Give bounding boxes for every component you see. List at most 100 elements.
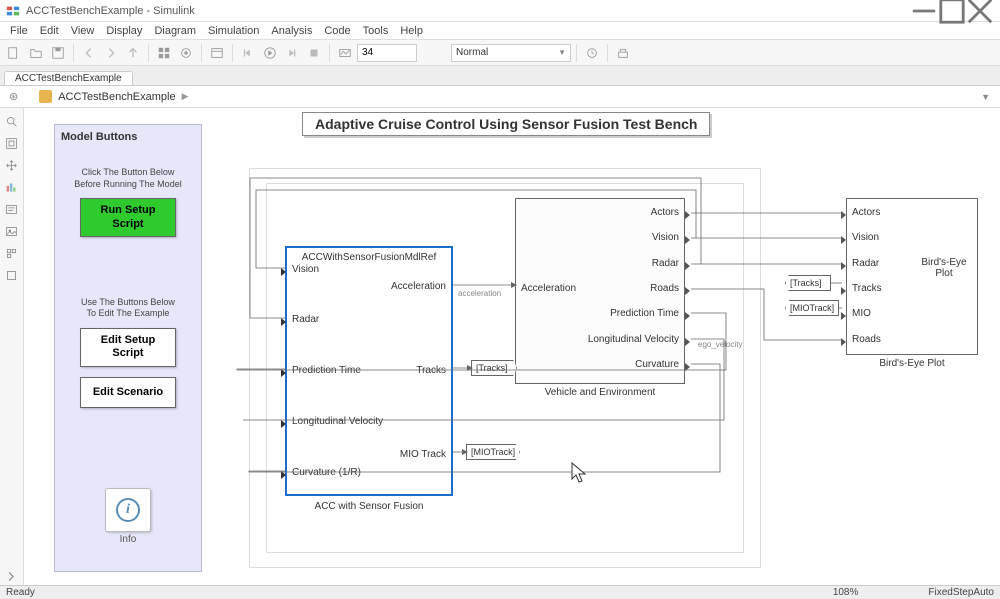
record-icon[interactable] — [335, 43, 355, 63]
menu-tools[interactable]: Tools — [357, 25, 395, 37]
beb-caption: Bird's-Eye Plot — [846, 358, 978, 369]
status-solver: FixedStepAuto — [928, 587, 994, 598]
hide-browser-icon[interactable]: ⊛ — [6, 90, 21, 103]
breadcrumb-bar: ⊛ ACCTestBenchExample ▶ ▼ — [0, 86, 1000, 108]
acc-ref-label: ACCWithSensorFusionMdlRef — [287, 252, 451, 263]
fit-view-icon[interactable] — [3, 134, 21, 152]
goto-tracks[interactable]: [Tracks] — [471, 360, 517, 376]
menu-bar: File Edit View Display Diagram Simulatio… — [0, 22, 1000, 40]
menu-edit[interactable]: Edit — [34, 25, 65, 37]
stop-time-input[interactable] — [357, 44, 417, 62]
tool-rail — [0, 108, 24, 585]
ve-in-accel: Acceleration — [521, 283, 576, 294]
from-tracks[interactable]: [Tracks] — [785, 275, 831, 291]
menu-analysis[interactable]: Analysis — [265, 25, 318, 37]
ve-out-roads: Roads — [650, 283, 679, 294]
beb-in-tracks: Tracks — [852, 283, 882, 294]
run-icon[interactable] — [260, 43, 280, 63]
area-icon[interactable] — [3, 266, 21, 284]
tab-model[interactable]: ACCTestBenchExample — [4, 71, 133, 85]
sample-time-icon[interactable] — [3, 178, 21, 196]
forward-icon[interactable] — [101, 43, 121, 63]
menu-diagram[interactable]: Diagram — [148, 25, 202, 37]
acc-out-tracks: Tracks — [416, 365, 446, 376]
hint-run: Click The Button Below Before Running Th… — [61, 167, 195, 190]
expand-icon[interactable] — [3, 567, 21, 585]
menu-help[interactable]: Help — [394, 25, 429, 37]
beb-block[interactable]: Bird's-Eye Plot Actors Vision Radar Trac… — [846, 198, 978, 355]
zoom-in-icon[interactable] — [3, 112, 21, 130]
maximize-button[interactable] — [938, 2, 966, 20]
model-config-icon[interactable] — [176, 43, 196, 63]
acc-in-longvel: Longitudinal Velocity — [292, 416, 383, 427]
beb-in-roads: Roads — [852, 334, 881, 345]
image-icon[interactable] — [3, 222, 21, 240]
diagram-title: Adaptive Cruise Control Using Sensor Fus… — [302, 112, 710, 136]
beb-in-radar: Radar — [852, 258, 879, 269]
menu-view[interactable]: View — [65, 25, 101, 37]
acc-in-vision: Vision — [292, 264, 319, 275]
menu-display[interactable]: Display — [100, 25, 148, 37]
status-left: Ready — [6, 587, 35, 598]
info-icon: i — [116, 498, 140, 522]
acc-in-pred: Prediction Time — [292, 365, 361, 376]
simulation-mode-select[interactable]: Normal▼ — [451, 44, 571, 62]
acc-out-mio: MIO Track — [400, 449, 446, 460]
edit-scenario-button[interactable]: Edit Scenario — [80, 377, 176, 408]
acc-out-accel: Acceleration — [391, 281, 446, 292]
acc-caption: ACC with Sensor Fusion — [285, 501, 453, 512]
back-icon[interactable] — [79, 43, 99, 63]
library-browser-icon[interactable] — [154, 43, 174, 63]
ve-out-pred: Prediction Time — [610, 308, 679, 319]
info-label: Info — [61, 534, 195, 545]
sig-accel: acceleration — [458, 289, 501, 298]
stop-icon[interactable] — [304, 43, 324, 63]
hint-edit: Use The Buttons Below To Edit The Exampl… — [61, 297, 195, 320]
viewmarks-icon[interactable] — [3, 244, 21, 262]
edit-setup-button[interactable]: Edit Setup Script — [80, 328, 176, 366]
model-icon — [39, 90, 52, 103]
ve-block[interactable]: Acceleration Actors Vision Radar Roads P… — [515, 198, 685, 384]
ve-out-actors: Actors — [651, 207, 679, 218]
sig-egovel: ego_velocity — [698, 340, 742, 349]
beb-in-mio: MIO — [852, 308, 871, 319]
save-icon[interactable] — [48, 43, 68, 63]
fast-restart-icon[interactable] — [582, 43, 602, 63]
from-miotrack[interactable]: [MIOTrack] — [785, 300, 839, 316]
ve-out-curv: Curvature — [635, 359, 679, 370]
panel-title: Model Buttons — [61, 131, 195, 143]
chevron-right-icon: ▶ — [182, 91, 189, 102]
build-icon[interactable] — [613, 43, 633, 63]
pan-icon[interactable] — [3, 156, 21, 174]
minimize-button[interactable] — [910, 2, 938, 20]
info-button[interactable]: i — [105, 488, 151, 532]
canvas[interactable]: Adaptive Cruise Control Using Sensor Fus… — [24, 108, 1000, 585]
mode-label: Normal — [456, 47, 488, 58]
breadcrumb-dropdown[interactable]: ▼ — [977, 92, 994, 102]
menu-file[interactable]: File — [4, 25, 34, 37]
tab-strip: ACCTestBenchExample — [0, 66, 1000, 86]
status-zoom: 108% — [833, 587, 859, 598]
explorer-icon[interactable] — [207, 43, 227, 63]
step-back-icon[interactable] — [238, 43, 258, 63]
beb-in-vision: Vision — [852, 232, 879, 243]
window-title: ACCTestBenchExample - Simulink — [26, 5, 910, 17]
beb-in-actors: Actors — [852, 207, 880, 218]
run-setup-button[interactable]: Run Setup Script — [80, 198, 176, 236]
simulink-icon — [6, 4, 20, 18]
up-icon[interactable] — [123, 43, 143, 63]
step-forward-icon[interactable] — [282, 43, 302, 63]
ve-out-radar: Radar — [652, 258, 679, 269]
goto-miotrack[interactable]: [MIOTrack] — [466, 444, 520, 460]
breadcrumb-root[interactable]: ACCTestBenchExample — [58, 91, 175, 103]
menu-code[interactable]: Code — [318, 25, 356, 37]
acc-block[interactable]: ACCWithSensorFusionMdlRef Vision Radar P… — [285, 246, 453, 496]
status-bar: Ready 108% FixedStepAuto — [0, 585, 1000, 599]
toolbar: Normal▼ — [0, 40, 1000, 66]
open-icon[interactable] — [26, 43, 46, 63]
close-button[interactable] — [966, 2, 994, 20]
annotation-icon[interactable] — [3, 200, 21, 218]
new-model-icon[interactable] — [4, 43, 24, 63]
ve-out-vision: Vision — [652, 232, 679, 243]
menu-simulation[interactable]: Simulation — [202, 25, 265, 37]
